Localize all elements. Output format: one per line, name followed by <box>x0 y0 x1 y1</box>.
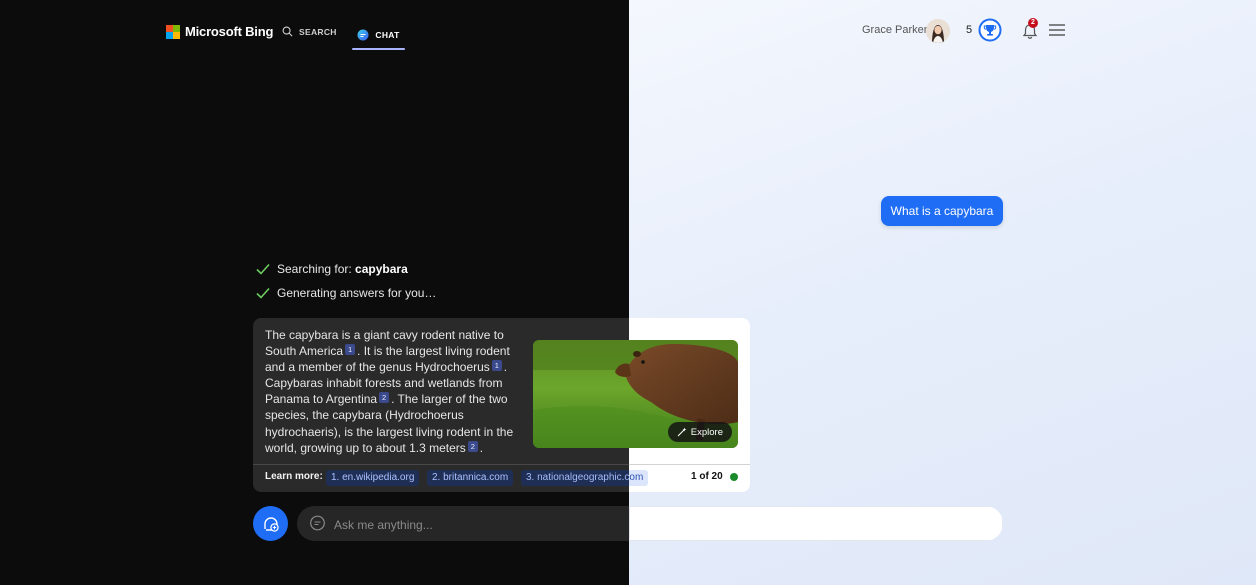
light-theme-panel <box>629 0 1256 585</box>
notification-badge: 2 <box>1028 18 1038 28</box>
chat-bubble-icon <box>357 29 369 41</box>
answer-card: The capybara is a giant cavy rodent nati… <box>253 318 750 492</box>
sparkle-wand-icon <box>677 427 687 437</box>
source-link-3[interactable]: 3. nationalgeographic.com <box>521 470 649 486</box>
avatar-photo-icon <box>926 19 950 43</box>
explore-button[interactable]: Explore <box>667 422 732 442</box>
progress-generating: Generating answers for you… <box>256 286 436 300</box>
tab-chat-label: CHAT <box>375 30 400 40</box>
header: Microsoft Bing SEARCH CHAT Grace Parker <box>0 0 1256 64</box>
active-tab-indicator <box>352 48 405 50</box>
brand-name: Microsoft Bing <box>185 24 274 39</box>
checkmark-icon <box>256 263 270 275</box>
progress-generating-text: Generating answers for you… <box>277 286 437 300</box>
citation-marker[interactable]: 2 <box>467 440 478 452</box>
divider <box>253 464 750 465</box>
tab-search[interactable]: SEARCH <box>282 26 337 37</box>
page-counter: 1 of 20 <box>691 471 723 482</box>
search-term: capybara <box>355 262 408 276</box>
new-topic-button[interactable] <box>253 506 288 541</box>
chat-input-bar <box>297 506 1003 541</box>
progress-searching: Searching for: capybara <box>256 262 408 276</box>
page: Microsoft Bing SEARCH CHAT Grace Parker <box>0 0 1256 585</box>
rewards-trophy-icon[interactable] <box>978 18 1002 42</box>
user-message-bubble: What is a capybara <box>881 196 1003 226</box>
hamburger-menu-icon[interactable] <box>1049 24 1065 36</box>
user-name[interactable]: Grace Parker <box>862 24 927 36</box>
citation-marker[interactable]: 1 <box>345 344 356 356</box>
bing-logo[interactable]: Microsoft Bing <box>166 24 273 39</box>
microsoft-logo-icon <box>166 24 180 39</box>
source-link-2[interactable]: 2. britannica.com <box>427 470 514 486</box>
chat-input[interactable] <box>332 506 976 541</box>
capybara-image[interactable]: Explore <box>533 340 738 448</box>
citation-marker[interactable]: 1 <box>491 360 502 372</box>
tab-chat[interactable]: CHAT <box>352 22 405 50</box>
citation-marker[interactable]: 2 <box>379 392 390 404</box>
avatar[interactable] <box>926 19 950 43</box>
new-topic-icon <box>263 516 279 532</box>
status-dot <box>730 473 738 481</box>
progress-searching-text: Searching for: capybara <box>277 262 408 276</box>
checkmark-icon <box>256 287 270 299</box>
search-icon <box>282 26 293 37</box>
chat-icon <box>310 515 325 531</box>
rewards-points: 5 <box>966 24 973 36</box>
answer-text: The capybara is a giant cavy rodent nati… <box>265 328 514 455</box>
explore-label: Explore <box>690 426 723 438</box>
source-link-1[interactable]: 1. en.wikipedia.org <box>326 470 420 486</box>
learn-more-label: Learn more: <box>265 471 323 482</box>
tab-search-label: SEARCH <box>299 26 337 37</box>
